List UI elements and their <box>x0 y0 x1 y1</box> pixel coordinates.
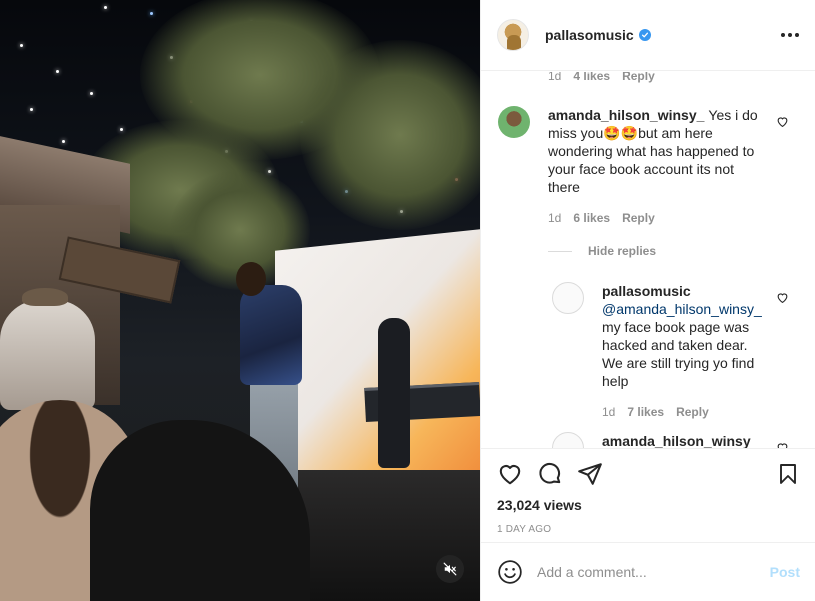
reply-button[interactable]: Reply <box>622 72 655 83</box>
mute-icon <box>443 562 457 576</box>
comment-body: amanda_hilson_winsy_ Yes i do miss you🤩🤩b… <box>548 106 760 196</box>
heart-icon[interactable] <box>497 461 523 487</box>
reply-body: pallasomusic @amanda_hilson_winsy_ my fa… <box>602 282 762 390</box>
singer <box>240 285 302 385</box>
post-details-panel: pallasomusic 1d 4 likes Reply amanda_hil… <box>480 0 815 601</box>
reply-button[interactable]: Reply <box>676 405 709 419</box>
comment-time: 1d <box>548 72 562 83</box>
reply-username[interactable]: pallasomusic <box>602 282 758 300</box>
share-icon[interactable] <box>577 461 603 487</box>
comment-input[interactable] <box>537 564 752 580</box>
verified-icon <box>638 29 651 41</box>
avatar[interactable] <box>498 106 530 138</box>
reply-username[interactable]: amanda_hilson_winsy <box>602 432 751 448</box>
author-username[interactable]: pallasomusic <box>545 27 634 43</box>
audience-member <box>0 300 95 410</box>
hide-replies-label: Hide replies <box>588 244 657 258</box>
avatar[interactable] <box>552 432 584 448</box>
comment-likes[interactable]: 6 likes <box>573 211 610 225</box>
action-bar <box>497 449 800 499</box>
comment-time: 1d <box>548 211 562 225</box>
divider <box>548 250 572 252</box>
reply-button[interactable]: Reply <box>622 211 655 225</box>
reply-text: my face book page was hacked and taken d… <box>602 319 755 389</box>
reply: pallasomusic @amanda_hilson_winsy_ my fa… <box>552 282 762 390</box>
post-header: pallasomusic <box>481 0 815 71</box>
comment-icon[interactable] <box>537 461 563 487</box>
save-icon[interactable] <box>776 461 800 487</box>
comment-likes[interactable]: 4 likes <box>573 72 610 83</box>
like-comment-heart-icon[interactable] <box>776 441 789 448</box>
comment-composer: Post <box>481 542 815 601</box>
reply-meta: 1d 7 likes Reply <box>602 405 709 419</box>
like-comment-heart-icon[interactable] <box>776 291 789 304</box>
hat <box>22 288 68 306</box>
keyboard-player <box>378 318 410 468</box>
mute-button[interactable] <box>436 555 464 583</box>
mention-link[interactable]: @amanda_hilson_winsy_ <box>602 301 762 317</box>
comments-list: 1d 4 likes Reply amanda_hilson_winsy_ Yes… <box>481 72 815 448</box>
reply-time: 1d <box>602 405 616 419</box>
post-date[interactable]: 1 DAY AGO <box>497 524 800 535</box>
post-actions: 23,024 views 1 DAY AGO <box>481 448 815 535</box>
avatar[interactable] <box>497 19 529 51</box>
comment-meta: 1d 6 likes Reply <box>548 211 655 225</box>
post-button[interactable]: Post <box>770 564 800 580</box>
comment-username[interactable]: amanda_hilson_winsy_ <box>548 107 704 123</box>
hide-replies-button[interactable]: Hide replies <box>548 244 656 258</box>
comment-meta: 1d 4 likes Reply <box>548 72 655 83</box>
reply-likes[interactable]: 7 likes <box>627 405 664 419</box>
post-video[interactable] <box>0 0 480 601</box>
avatar[interactable] <box>552 282 584 314</box>
singer-head <box>236 262 266 296</box>
reply: amanda_hilson_winsy <box>552 432 762 448</box>
views-count[interactable]: 23,024 views <box>497 497 800 513</box>
emoji-icon[interactable] <box>497 559 523 585</box>
comment: amanda_hilson_winsy_ Yes i do miss you🤩🤩b… <box>498 106 760 196</box>
reply-body: amanda_hilson_winsy <box>602 432 755 448</box>
like-comment-heart-icon[interactable] <box>776 115 789 128</box>
more-icon[interactable] <box>775 27 799 43</box>
